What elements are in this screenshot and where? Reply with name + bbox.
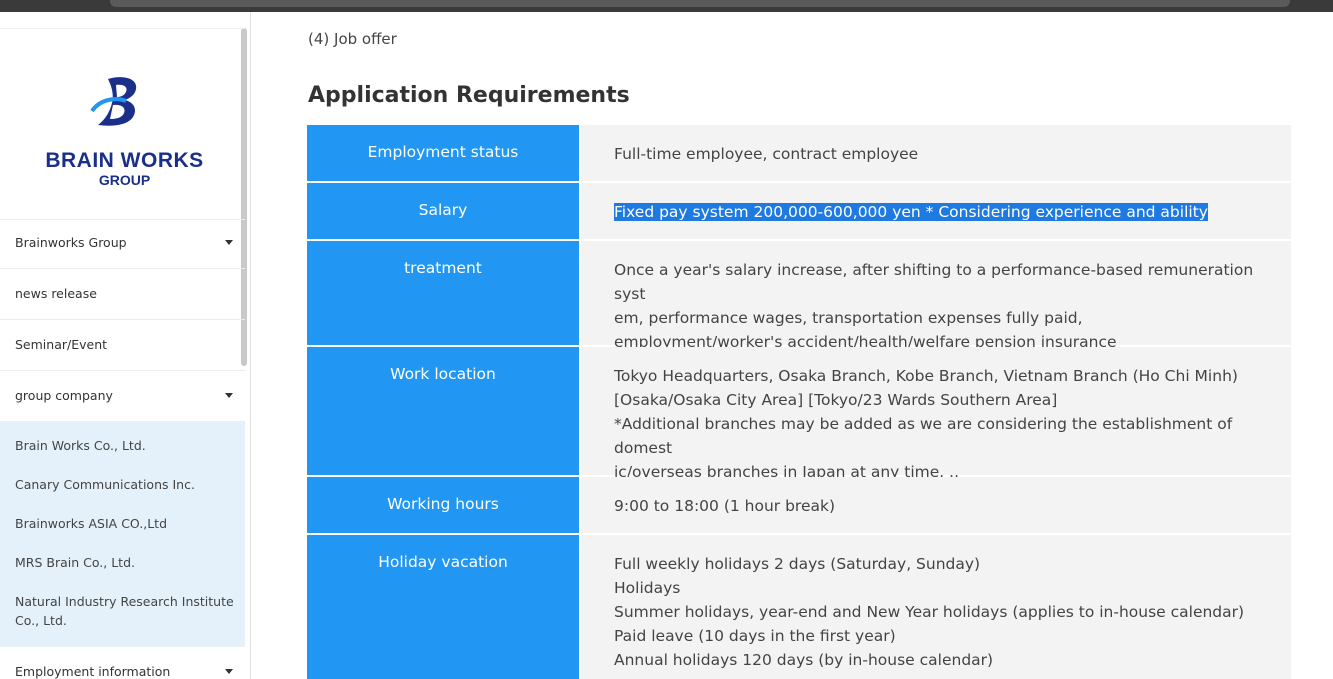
selected-text[interactable]: Fixed pay system 200,000-600,000 yen * C… <box>614 203 1208 221</box>
table-row: Working hours 9:00 to 18:00 (1 hour brea… <box>307 477 1291 533</box>
sidebar-item-seminar-event[interactable]: Seminar/Event <box>0 320 245 371</box>
submenu-item[interactable]: Natural Industry Research Institute Co.,… <box>15 592 235 630</box>
sidebar-item-label: Seminar/Event <box>15 337 108 352</box>
row-header: Working hours <box>307 477 579 533</box>
section-label: (4) Job offer <box>308 30 397 48</box>
sidebar-item-label: group company <box>15 388 113 403</box>
brain-works-logo-icon <box>90 77 137 126</box>
table-row: Employment status Full-time employee, co… <box>307 125 1291 181</box>
brand-logo[interactable]: BRAIN WORKS GROUP <box>0 28 245 220</box>
sidebar-item-label: news release <box>15 286 97 301</box>
row-value: Full weekly holidays 2 days (Saturday, S… <box>581 535 1291 679</box>
group-company-submenu: Brain Works Co., Ltd. Canary Communicati… <box>0 422 245 647</box>
sidebar-item-label: Brainworks Group <box>15 235 127 250</box>
table-row: Work location Tokyo Headquarters, Osaka … <box>307 347 1291 481</box>
value-line: Tokyo Headquarters, Osaka Branch, Kobe B… <box>614 367 1238 385</box>
submenu-item[interactable]: Brainworks ASIA CO.,Ltd <box>15 514 235 533</box>
page-title: Application Requirements <box>308 83 630 108</box>
value-line: Summer holidays, year-end and New Year h… <box>614 603 1245 621</box>
row-value: Fixed pay system 200,000-600,000 yen * C… <box>581 183 1291 239</box>
submenu-item[interactable]: Canary Communications Inc. <box>15 475 235 494</box>
logo-subtext: GROUP <box>98 172 151 188</box>
sidebar-item-group-company[interactable]: group company <box>0 371 245 422</box>
value-line: [Osaka/Osaka City Area] [Tokyo/23 Wards … <box>614 391 1058 409</box>
row-header: Holiday vacation <box>307 535 579 679</box>
row-header: Work location <box>307 347 579 475</box>
value-line: Annual holidays 120 days (by in-house ca… <box>614 651 994 669</box>
row-value: Tokyo Headquarters, Osaka Branch, Kobe B… <box>581 347 1291 481</box>
browser-top-bar <box>0 0 1333 12</box>
row-header: Salary <box>307 183 579 239</box>
row-header: treatment <box>307 241 579 345</box>
submenu-item[interactable]: MRS Brain Co., Ltd. <box>15 553 235 572</box>
value-line: Full-time employee, contract employee <box>614 145 919 163</box>
value-line: em, performance wages, transportation ex… <box>614 309 1083 327</box>
submenu-item[interactable]: Brain Works Co., Ltd. <box>15 436 235 455</box>
caret-down-icon <box>225 393 233 398</box>
table-row: treatment Once a year's salary increase,… <box>307 241 1291 351</box>
row-value: Full-time employee, contract employee <box>581 125 1291 181</box>
sidebar-item-brainworks-group[interactable]: Brainworks Group <box>0 218 245 269</box>
value-line: Full weekly holidays 2 days (Saturday, S… <box>614 555 981 573</box>
sidebar-item-news-release[interactable]: news release <box>0 269 245 320</box>
logo-text: BRAIN WORKS <box>45 149 204 172</box>
value-line: 9:00 to 18:00 (1 hour break) <box>614 497 836 515</box>
table-row: Salary Fixed pay system 200,000-600,000 … <box>307 183 1291 239</box>
value-line: Paid leave (10 days in the first year) <box>614 627 896 645</box>
value-line: *Additional branches may be added as we … <box>614 415 1233 457</box>
caret-down-icon <box>225 669 233 674</box>
address-bar[interactable] <box>110 0 1290 7</box>
caret-down-icon <box>225 240 233 245</box>
table-row: Holiday vacation Full weekly holidays 2 … <box>307 535 1291 679</box>
value-line: Once a year's salary increase, after shi… <box>614 261 1254 303</box>
sidebar-item-employment-information[interactable]: Employment information <box>0 647 245 679</box>
row-header: Employment status <box>307 125 579 181</box>
value-line: Holidays <box>614 579 681 597</box>
row-value: 9:00 to 18:00 (1 hour break) <box>581 477 1291 533</box>
sidebar-item-label: Employment information <box>15 664 171 679</box>
sidebar: BRAIN WORKS GROUP Brainworks Group news … <box>0 12 251 679</box>
row-value: Once a year's salary increase, after shi… <box>581 241 1291 351</box>
